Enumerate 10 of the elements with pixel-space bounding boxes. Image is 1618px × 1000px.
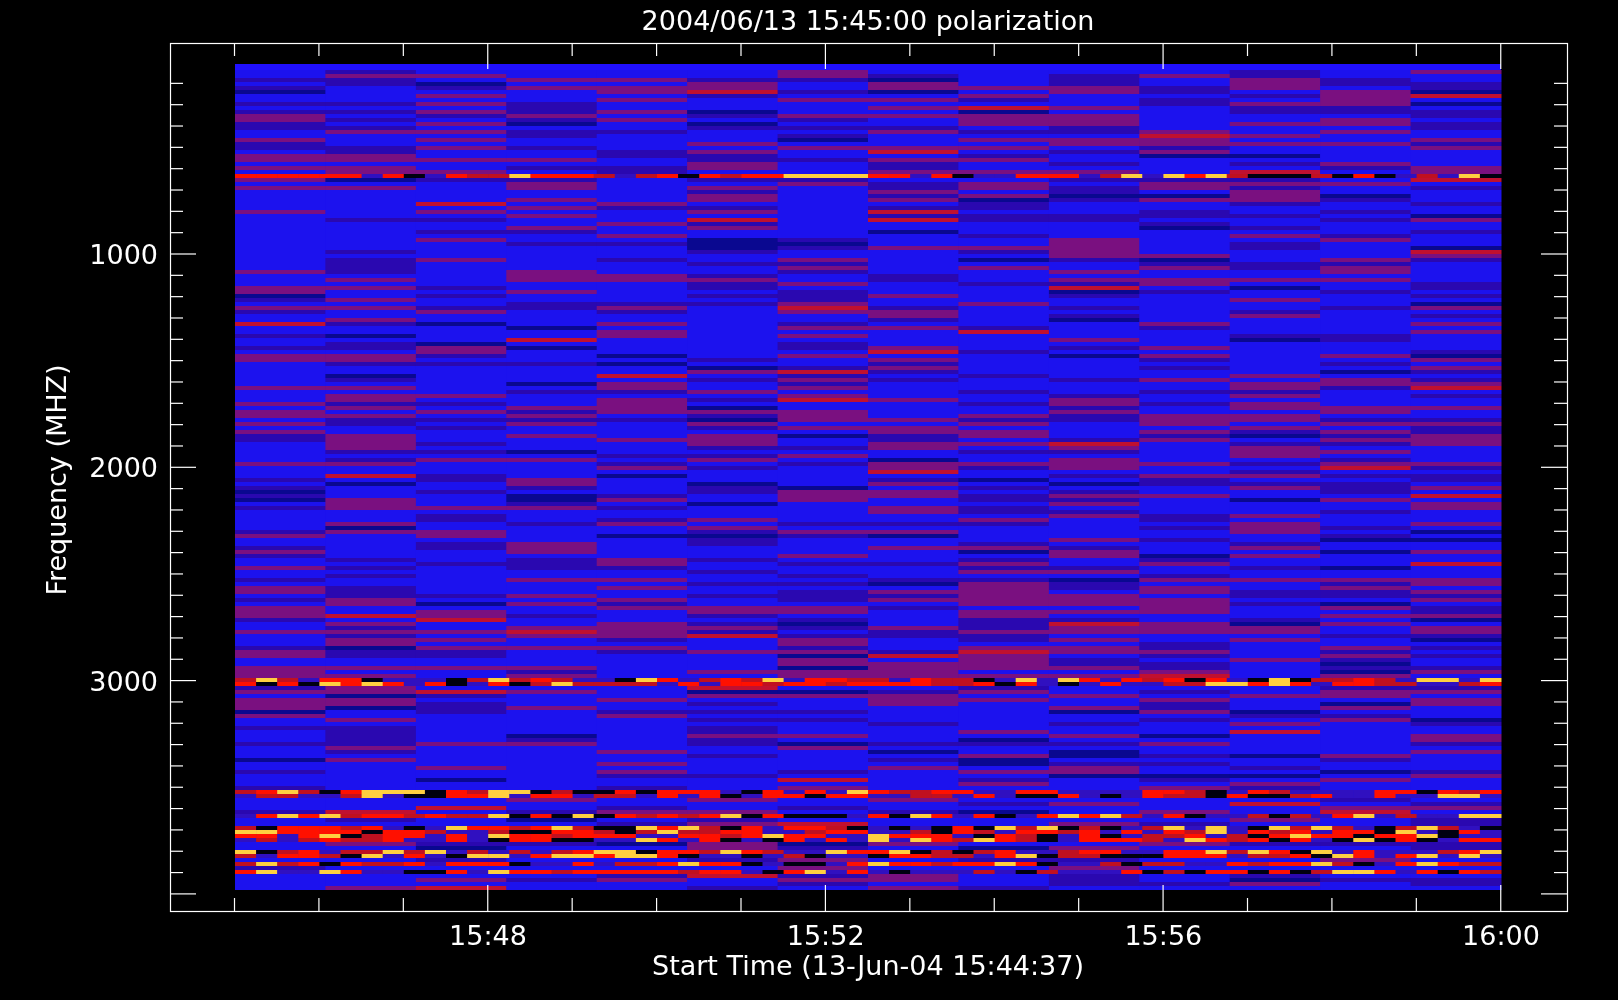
y-tick-label: 1000 (89, 239, 158, 270)
x-tick-label: 15:48 (449, 920, 527, 951)
x-tick-label: 16:00 (1462, 920, 1540, 951)
x-tick-label: 15:56 (1124, 920, 1203, 951)
y-tick-label: 3000 (89, 665, 158, 697)
y-axis-label: Frequency (MHZ) (41, 364, 72, 596)
x-tick-label: 15:52 (786, 920, 865, 951)
y-tick-label: 2000 (89, 452, 158, 484)
chart-title: 2004/06/13 15:45:00 polarization (641, 5, 1095, 36)
x-axis-label: Start Time (13-Jun-04 15:44:37) (652, 950, 1084, 981)
